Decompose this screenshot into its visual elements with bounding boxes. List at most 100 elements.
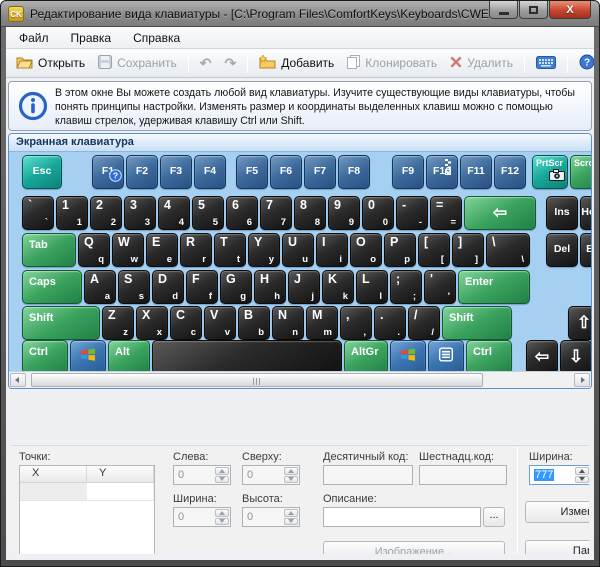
top-spinner[interactable]	[284, 467, 298, 483]
change-button[interactable]: Изменен	[525, 501, 589, 523]
width-field[interactable]: 0	[173, 507, 231, 527]
key-j[interactable]: Jj	[288, 270, 320, 304]
key-z[interactable]: Zz	[102, 306, 134, 340]
description-field[interactable]	[323, 507, 481, 527]
points-table-row[interactable]	[20, 483, 154, 501]
key-arrow-up[interactable]: ⇧	[568, 306, 591, 340]
key-ctrl-left[interactable]: Ctrl	[22, 340, 68, 371]
key-f11[interactable]: F11	[460, 155, 492, 189]
add-button[interactable]: Добавить	[253, 52, 340, 75]
undo-button[interactable]: ↶	[194, 54, 218, 72]
key-i[interactable]: Ii	[316, 233, 348, 267]
key-f6[interactable]: F6	[270, 155, 302, 189]
key-menu[interactable]	[428, 340, 464, 371]
delete-button[interactable]: Удалить	[444, 53, 519, 74]
key-t[interactable]: Tt	[214, 233, 246, 267]
key-home[interactable]: Home	[580, 196, 591, 230]
key-l[interactable]: Ll	[356, 270, 388, 304]
key-esc[interactable]: Esc	[22, 155, 62, 189]
key-v[interactable]: Vv	[204, 306, 236, 340]
height-field[interactable]: 0	[242, 507, 300, 527]
menu-help[interactable]: Справка	[124, 29, 189, 47]
key-enter[interactable]: Enter	[458, 270, 530, 304]
key-tab[interactable]: Tab	[22, 233, 76, 267]
key-digit-8[interactable]: 88	[294, 196, 326, 230]
key-h[interactable]: Hh	[254, 270, 286, 304]
maximize-button[interactable]	[519, 1, 548, 19]
key-backslash[interactable]: \\	[486, 233, 530, 267]
key-shift-right[interactable]: Shift	[442, 306, 512, 340]
key-b[interactable]: Bb	[238, 306, 270, 340]
key-f8[interactable]: F8	[338, 155, 370, 189]
key-f[interactable]: Ff	[186, 270, 218, 304]
key-u[interactable]: Uu	[282, 233, 314, 267]
width-spinner[interactable]	[215, 509, 229, 525]
key-digit-4[interactable]: 44	[158, 196, 190, 230]
description-browse-button[interactable]: ...	[483, 507, 505, 527]
keyboard-view-button[interactable]	[530, 52, 562, 75]
key-f3[interactable]: F3	[160, 155, 192, 189]
key-c[interactable]: Cc	[170, 306, 202, 340]
key-digit-2[interactable]: 22	[90, 196, 122, 230]
key-n[interactable]: Nn	[272, 306, 304, 340]
key-win-right[interactable]	[390, 340, 426, 371]
key-f2[interactable]: F2	[126, 155, 158, 189]
key-k[interactable]: Kk	[322, 270, 354, 304]
key-caps-lock[interactable]: Caps	[22, 270, 82, 304]
menu-edit[interactable]: Правка	[62, 29, 121, 47]
key-period[interactable]: ..	[374, 306, 406, 340]
hex-code-field[interactable]	[419, 465, 507, 485]
key-y[interactable]: Yy	[248, 233, 280, 267]
key-r[interactable]: Rr	[180, 233, 212, 267]
panel-width-field[interactable]: 777	[529, 465, 589, 485]
key-minus[interactable]: --	[396, 196, 428, 230]
key-bracket-right[interactable]: ]]	[452, 233, 484, 267]
key-d[interactable]: Dd	[152, 270, 184, 304]
decimal-code-field[interactable]	[323, 465, 413, 485]
key-digit-0[interactable]: 00	[362, 196, 394, 230]
key-s[interactable]: Ss	[118, 270, 150, 304]
key-space[interactable]	[152, 340, 342, 371]
key-semicolon[interactable]: ;;	[390, 270, 422, 304]
key-digit-5[interactable]: 55	[192, 196, 224, 230]
close-button[interactable]: X	[549, 1, 591, 19]
key-end[interactable]: End	[580, 233, 591, 267]
key-apostrophe[interactable]: ''	[424, 270, 456, 304]
key-digit-1[interactable]: 11	[56, 196, 88, 230]
key-equals[interactable]: ==	[430, 196, 462, 230]
key-altgr[interactable]: AltGr	[344, 340, 388, 371]
key-w[interactable]: Ww	[112, 233, 144, 267]
key-ctrl-right[interactable]: Ctrl	[466, 340, 512, 371]
key-arrow-left[interactable]: ⇦	[526, 340, 558, 371]
key-f10[interactable]: F10	[426, 155, 458, 189]
open-button[interactable]: Открыть	[10, 52, 91, 75]
key-e[interactable]: Ee	[146, 233, 178, 267]
left-spinner[interactable]	[215, 467, 229, 483]
key-f7[interactable]: F7	[304, 155, 336, 189]
top-field[interactable]: 0	[242, 465, 300, 485]
params-button[interactable]: Пар	[525, 540, 589, 554]
key-o[interactable]: Oo	[350, 233, 382, 267]
height-spinner[interactable]	[284, 509, 298, 525]
scrollbar-thumb[interactable]	[31, 373, 483, 387]
key-scroll-lock[interactable]: Scroll	[570, 155, 591, 189]
key-m[interactable]: Mm	[306, 306, 338, 340]
key-bracket-left[interactable]: [[	[418, 233, 450, 267]
key-digit-6[interactable]: 66	[226, 196, 258, 230]
key-print-screen[interactable]: PrtScr	[532, 155, 568, 189]
scroll-left-arrow[interactable]	[10, 373, 26, 387]
redo-button[interactable]: ↷	[219, 54, 243, 72]
key-slash[interactable]: //	[408, 306, 440, 340]
key-shift-left[interactable]: Shift	[22, 306, 100, 340]
key-digit-7[interactable]: 77	[260, 196, 292, 230]
key-f9[interactable]: F9	[392, 155, 424, 189]
key-x[interactable]: Xx	[136, 306, 168, 340]
key-g[interactable]: Gg	[220, 270, 252, 304]
left-field[interactable]: 0	[173, 465, 231, 485]
key-a[interactable]: Aa	[84, 270, 116, 304]
key-delete[interactable]: Del	[546, 233, 578, 267]
key-f1[interactable]: F1?	[92, 155, 124, 189]
points-table[interactable]: XY	[19, 465, 155, 554]
key-f4[interactable]: F4	[194, 155, 226, 189]
help-button[interactable]: ?	[573, 51, 594, 76]
